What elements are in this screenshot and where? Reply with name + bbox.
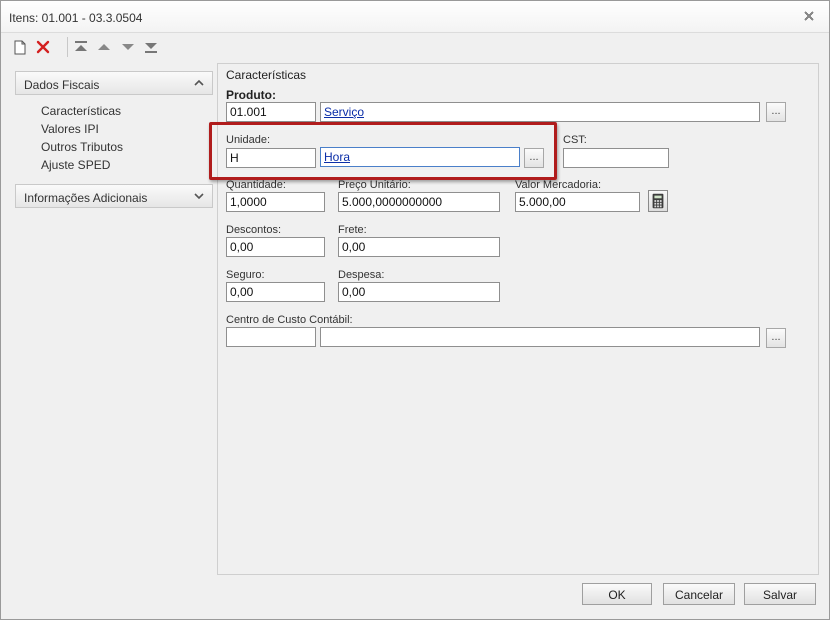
nav-item-ajuste-sped[interactable]: Ajuste SPED: [41, 156, 213, 174]
produto-description-field[interactable]: Serviço: [320, 102, 760, 122]
nav-item-outros-tributos[interactable]: Outros Tributos: [41, 138, 213, 156]
nav-item-caracteristicas[interactable]: Características: [41, 102, 213, 120]
centro-custo-label: Centro de Custo Contábil:: [226, 314, 353, 326]
previous-record-icon[interactable]: [95, 37, 113, 57]
unidade-lookup-button[interactable]: ...: [524, 148, 544, 168]
dados-fiscais-items: Características Valores IPI Outros Tribu…: [15, 95, 213, 184]
produto-code-field[interactable]: 01.001: [226, 102, 316, 122]
frete-field[interactable]: 0,00: [338, 237, 500, 257]
despesa-label: Despesa:: [338, 269, 385, 281]
cst-field[interactable]: [563, 148, 669, 168]
section-label: Dados Fiscais: [24, 78, 100, 92]
section-header-informacoes-adicionais[interactable]: Informações Adicionais: [15, 184, 213, 208]
centro-custo-code-field[interactable]: [226, 327, 316, 347]
ok-button[interactable]: OK: [582, 583, 652, 605]
quantidade-field[interactable]: 1,0000: [226, 192, 325, 212]
unidade-label: Unidade:: [226, 134, 271, 146]
chevron-down-icon: [194, 193, 204, 200]
content-panel: Características Produto: 01.001 Serviço …: [217, 63, 819, 575]
unidade-code-field[interactable]: H: [226, 148, 316, 168]
delete-icon[interactable]: [34, 37, 52, 57]
frete-label: Frete:: [338, 224, 367, 236]
quantidade-label: Quantidade:: [226, 179, 286, 191]
toolbar: [9, 37, 209, 57]
seguro-field[interactable]: 0,00: [226, 282, 325, 302]
cancel-button[interactable]: Cancelar: [663, 583, 735, 605]
preco-unitario-field[interactable]: 5.000,0000000000: [338, 192, 500, 212]
toolbar-separator: [67, 37, 68, 57]
preco-unitario-label: Preço Unitário:: [338, 179, 411, 191]
section-label: Informações Adicionais: [24, 191, 148, 205]
produto-lookup-button[interactable]: ...: [766, 102, 786, 122]
produto-label: Produto:: [226, 88, 276, 102]
valor-mercadoria-label: Valor Mercadoria:: [515, 179, 601, 191]
window-title: Itens: 01.001 - 03.3.0504: [9, 11, 143, 25]
cst-label: CST:: [563, 134, 587, 146]
nav-item-valores-ipi[interactable]: Valores IPI: [41, 120, 213, 138]
despesa-field[interactable]: 0,00: [338, 282, 500, 302]
close-icon[interactable]: [803, 10, 815, 22]
left-navigation-panel: Dados Fiscais Características Valores IP…: [15, 71, 213, 208]
descontos-field[interactable]: 0,00: [226, 237, 325, 257]
unidade-description-field[interactable]: Hora: [320, 147, 520, 167]
section-header-dados-fiscais[interactable]: Dados Fiscais: [15, 71, 213, 95]
centro-custo-description-field[interactable]: [320, 327, 760, 347]
descontos-label: Descontos:: [226, 224, 282, 236]
save-button[interactable]: Salvar: [744, 583, 816, 605]
chevron-up-icon: [194, 79, 204, 86]
new-document-icon[interactable]: [11, 37, 29, 57]
last-record-icon[interactable]: [142, 37, 160, 57]
seguro-label: Seguro:: [226, 269, 265, 281]
produto-description-link[interactable]: Serviço: [324, 105, 364, 119]
dialog-window: Itens: 01.001 - 03.3.0504 Dados Fiscais …: [0, 0, 830, 620]
first-record-icon[interactable]: [72, 37, 90, 57]
title-bar: Itens: 01.001 - 03.3.0504: [1, 1, 829, 33]
calculator-icon[interactable]: [648, 190, 668, 212]
centro-custo-lookup-button[interactable]: ...: [766, 328, 786, 348]
section-title: Características: [226, 68, 307, 82]
next-record-icon[interactable]: [119, 37, 137, 57]
unidade-description-link[interactable]: Hora: [324, 150, 350, 164]
valor-mercadoria-field[interactable]: 5.000,00: [515, 192, 640, 212]
